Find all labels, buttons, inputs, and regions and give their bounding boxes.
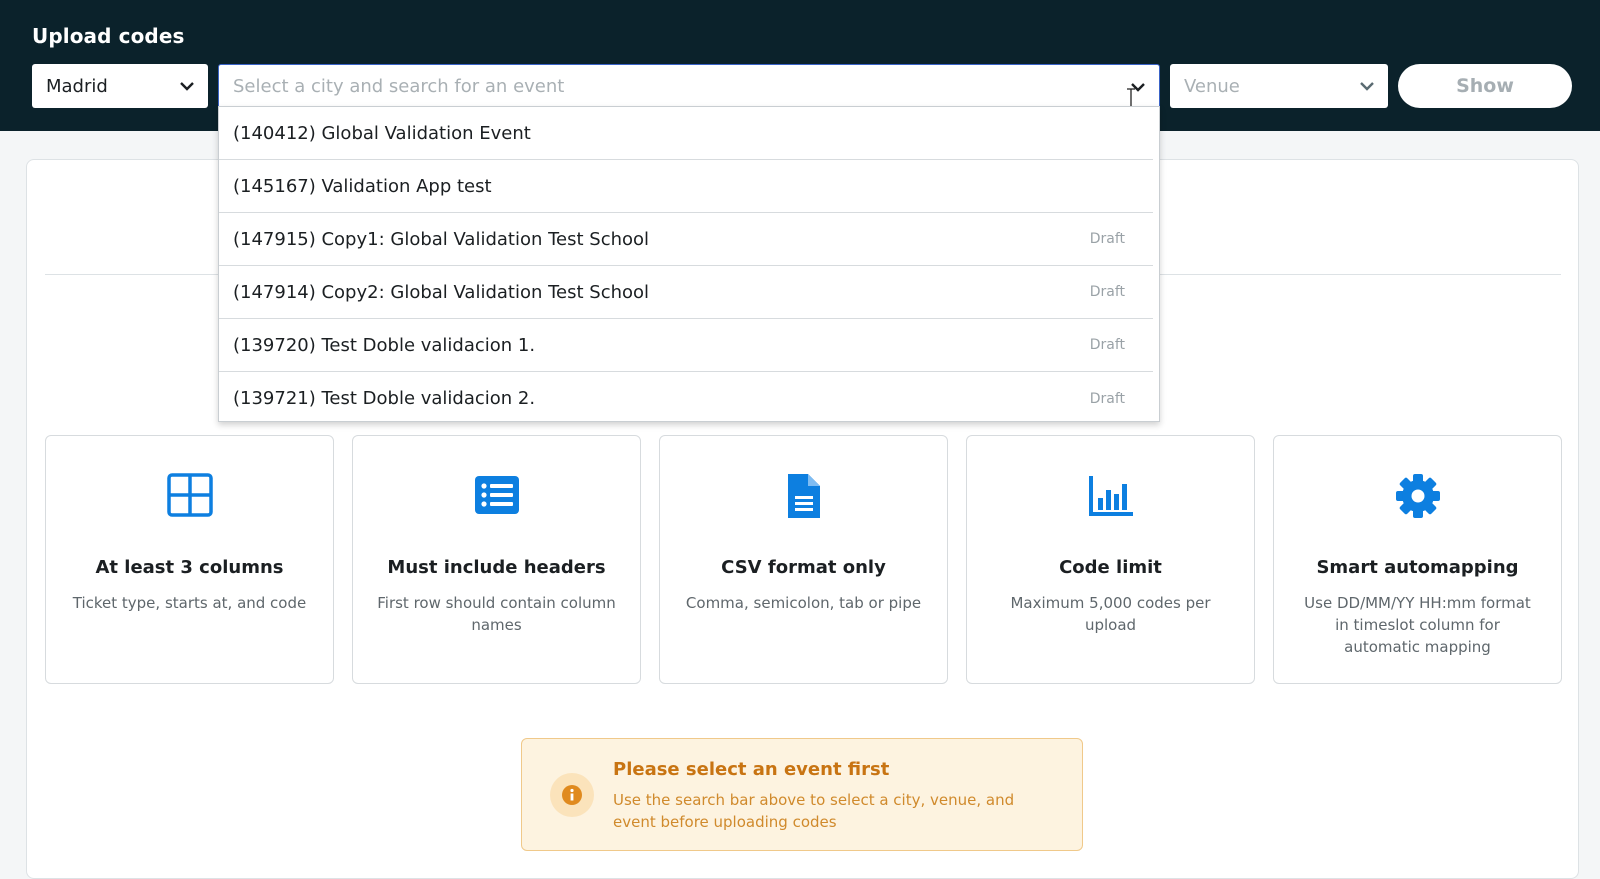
alert-description: Use the search bar above to select a cit… xyxy=(613,791,1015,831)
feature-title: Code limit xyxy=(1059,557,1162,578)
event-dropdown-list: (140412) Global Validation Event (145167… xyxy=(218,106,1160,422)
text-cursor-icon xyxy=(1127,88,1135,108)
gear-icon xyxy=(1395,474,1440,518)
city-select-value: Madrid xyxy=(46,75,108,97)
status-badge: Draft xyxy=(1089,337,1125,353)
show-button[interactable]: Show xyxy=(1398,64,1572,108)
feature-title: CSV format only xyxy=(721,557,886,578)
feature-card-csv: CSV format only Comma, semicolon, tab or… xyxy=(659,435,948,684)
event-option[interactable]: (145167) Validation App test xyxy=(219,160,1153,213)
feature-title: Smart automapping xyxy=(1316,557,1519,578)
city-select[interactable]: Madrid xyxy=(32,64,208,108)
feature-card-headers: Must include headers First row should co… xyxy=(352,435,641,684)
chevron-down-icon xyxy=(180,82,194,91)
event-option-label: (139720) Test Doble validacion 1. xyxy=(233,334,536,356)
list-icon xyxy=(474,476,519,514)
info-icon-wrap xyxy=(550,773,594,817)
event-option[interactable]: (147914) Copy2: Global Validation Test S… xyxy=(219,266,1153,319)
feature-description: Ticket type, starts at, and code xyxy=(72,594,307,612)
feature-title: Must include headers xyxy=(387,557,606,578)
chevron-down-icon xyxy=(1360,82,1374,91)
feature-description: Use DD/MM/YY HH:mm format in timeslot co… xyxy=(1304,594,1531,656)
event-option-label: (140412) Global Validation Event xyxy=(233,122,531,144)
grid-icon xyxy=(166,473,213,517)
alert-title: Please select an event first xyxy=(613,759,890,780)
event-option-label: (147914) Copy2: Global Validation Test S… xyxy=(233,281,650,303)
info-icon xyxy=(562,785,582,805)
status-badge: Draft xyxy=(1089,231,1125,247)
event-search-combobox[interactable] xyxy=(218,64,1160,108)
feature-card-automapping: Smart automapping Use DD/MM/YY HH:mm for… xyxy=(1273,435,1562,684)
event-option[interactable]: (140412) Global Validation Event xyxy=(219,107,1153,160)
event-option[interactable]: (147915) Copy1: Global Validation Test S… xyxy=(219,213,1153,266)
event-option[interactable]: (139720) Test Doble validacion 1. Draft xyxy=(219,319,1153,372)
bar-chart-icon xyxy=(1088,476,1133,516)
event-option[interactable]: (139721) Test Doble validacion 2. Draft xyxy=(219,372,1153,421)
file-icon xyxy=(787,474,820,518)
feature-description: First row should contain column names xyxy=(377,594,616,634)
feature-description: Maximum 5,000 codes per upload xyxy=(1010,594,1211,634)
select-event-alert: Please select an event first Use the sea… xyxy=(521,738,1083,851)
event-option-label: (139721) Test Doble validacion 2. xyxy=(233,388,536,409)
event-option-label: (145167) Validation App test xyxy=(233,175,492,197)
feature-title: At least 3 columns xyxy=(95,557,284,578)
event-option-label: (147915) Copy1: Global Validation Test S… xyxy=(233,228,650,250)
event-search-input[interactable] xyxy=(233,75,1113,97)
page-title: Upload codes xyxy=(32,24,185,48)
venue-select-value: Venue xyxy=(1184,75,1240,97)
feature-card-limit: Code limit Maximum 5,000 codes per uploa… xyxy=(966,435,1255,684)
feature-description: Comma, semicolon, tab or pipe xyxy=(685,594,922,612)
feature-card-columns: At least 3 columns Ticket type, starts a… xyxy=(45,435,334,684)
status-badge: Draft xyxy=(1089,390,1125,407)
status-badge: Draft xyxy=(1089,284,1125,300)
venue-select[interactable]: Venue xyxy=(1170,64,1388,108)
